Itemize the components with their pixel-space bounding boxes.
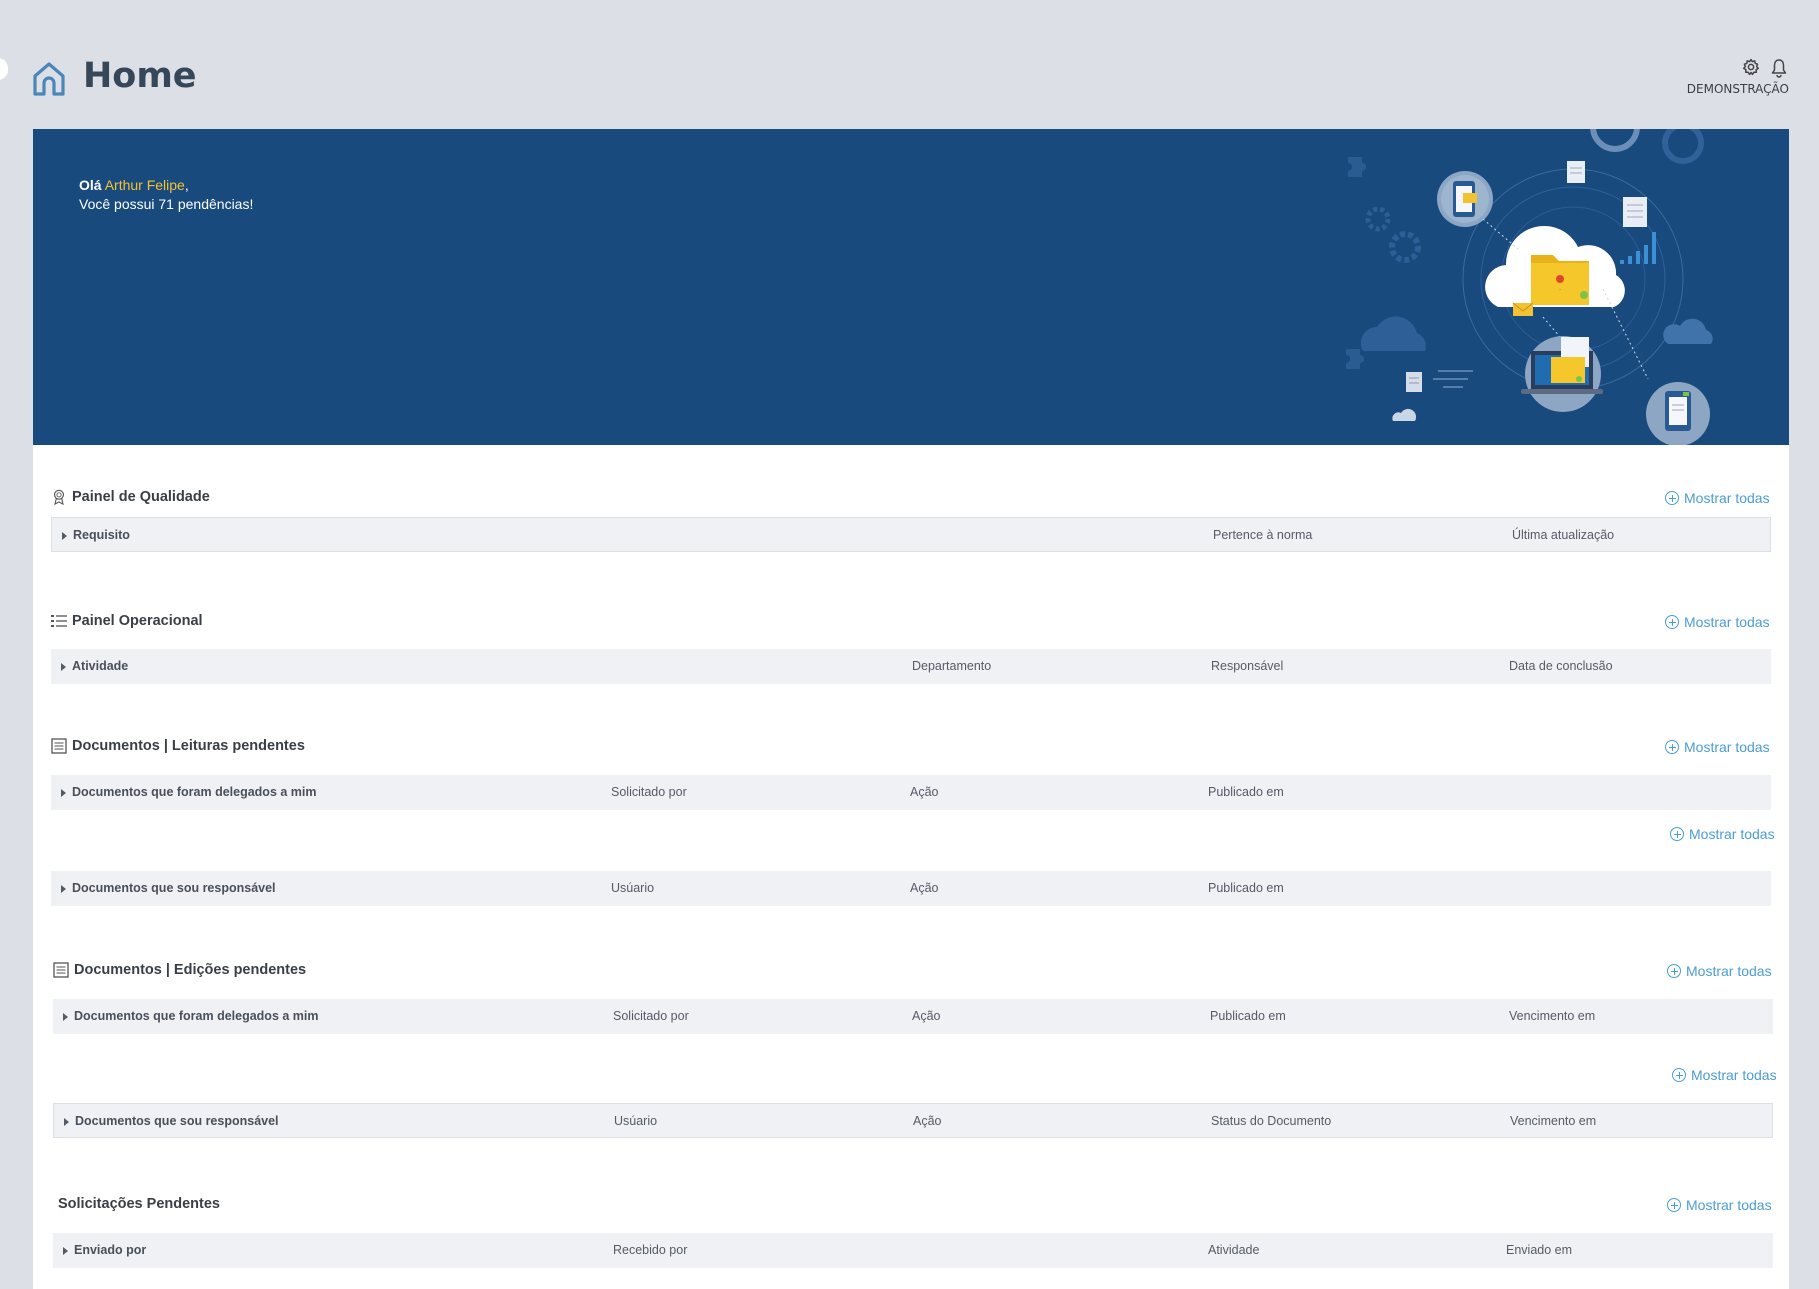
caret-right-icon	[61, 884, 66, 893]
caret-right-icon	[61, 662, 66, 671]
document-icon	[51, 738, 67, 754]
header-actions	[1742, 56, 1792, 80]
column-header-solicitado-por: Solicitado por	[611, 785, 687, 799]
page-title: Home	[83, 56, 197, 96]
caret-right-icon	[62, 531, 67, 540]
caret-right-icon	[63, 1012, 68, 1021]
pending-message: Você possui 71 pendências!	[79, 196, 254, 212]
requests-panel-title: Solicitações Pendentes	[58, 1196, 220, 1212]
readings-responsible-show-all-link[interactable]: Mostrar todas	[1670, 826, 1775, 842]
column-header-vencimento-em: Vencimento em	[1509, 1009, 1596, 1023]
bell-icon[interactable]	[1770, 58, 1788, 78]
show-all-label: Mostrar todas	[1691, 1067, 1777, 1083]
section-title-text: Documentos | Edições pendentes	[74, 962, 307, 978]
column-header-recebido-por: Recebido por	[613, 1243, 688, 1257]
column-header-atividade: Atividade	[1208, 1243, 1260, 1257]
readings-panel-title: Documentos | Leituras pendentes	[51, 738, 305, 754]
column-header-usuario: Usúario	[614, 1114, 658, 1128]
greeting: Olá Arthur Felipe, Você possui 71 pendên…	[79, 176, 253, 214]
quality-show-all-link[interactable]: Mostrar todas	[1665, 490, 1770, 506]
operational-table-header: Atividade Departamento Responsável Data …	[51, 649, 1771, 684]
section-title-text: Painel Operacional	[72, 613, 203, 629]
plus-circle-icon	[1665, 491, 1679, 505]
readings-show-all-link[interactable]: Mostrar todas	[1665, 739, 1770, 755]
column-header-departamento: Departamento	[912, 659, 992, 673]
requests-show-all-link[interactable]: Mostrar todas	[1667, 1197, 1772, 1213]
gear-icon[interactable]	[1742, 58, 1760, 76]
show-all-label: Mostrar todas	[1689, 826, 1775, 842]
quality-panel-title: Painel de Qualidade	[51, 489, 210, 505]
greeting-comma: ,	[184, 177, 189, 193]
column-header-responsavel-docs[interactable]: Documentos que sou responsável	[64, 1104, 279, 1139]
column-header-requisito[interactable]: Requisito	[62, 518, 130, 553]
home-icon	[33, 62, 65, 96]
cloud-illustration: ·	[1346, 129, 1713, 445]
operational-panel-title: Painel Operacional	[51, 613, 203, 629]
section-title-text: Solicitações Pendentes	[58, 1196, 220, 1212]
award-icon	[53, 489, 65, 505]
editions-responsible-show-all-link[interactable]: Mostrar todas	[1672, 1067, 1777, 1083]
editions-delegated-table-header: Documentos que foram delegados a mim Sol…	[53, 999, 1773, 1034]
column-header-responsavel-docs[interactable]: Documentos que sou responsável	[61, 871, 276, 906]
column-header-acao: Ação	[913, 1114, 942, 1128]
page-header: Home DEMONSTRAÇÃO	[0, 0, 1819, 128]
column-header-publicado-em: Publicado em	[1208, 881, 1284, 895]
readings-delegated-table-header: Documentos que foram delegados a mim Sol…	[51, 775, 1771, 810]
show-all-label: Mostrar todas	[1684, 490, 1770, 506]
column-header-acao: Ação	[912, 1009, 941, 1023]
operational-show-all-link[interactable]: Mostrar todas	[1665, 614, 1770, 630]
column-header-conclusao: Data de conclusão	[1509, 659, 1613, 673]
column-header-status-documento: Status do Documento	[1211, 1114, 1332, 1128]
show-all-label: Mostrar todas	[1684, 739, 1770, 755]
company-name[interactable]: DEMONSTRAÇÃO	[1687, 82, 1789, 96]
list-icon	[51, 615, 67, 627]
section-title-text: Painel de Qualidade	[72, 489, 210, 505]
column-header-publicado-em: Publicado em	[1208, 785, 1284, 799]
column-header-enviado-em: Enviado em	[1506, 1243, 1573, 1257]
welcome-banner: Olá Arthur Felipe, Você possui 71 pendên…	[33, 129, 1789, 445]
column-header-vencimento-em: Vencimento em	[1510, 1114, 1597, 1128]
section-title-text: Documentos | Leituras pendentes	[72, 738, 305, 754]
plus-circle-icon	[1667, 964, 1681, 978]
column-header-atividade[interactable]: Atividade	[61, 649, 128, 684]
greeting-hello: Olá	[79, 177, 102, 193]
column-header-acao: Ação	[910, 881, 939, 895]
column-header-enviado-por[interactable]: Enviado por	[63, 1233, 146, 1268]
column-header-atualizacao: Última atualização	[1512, 528, 1615, 542]
document-icon	[53, 962, 69, 978]
editions-show-all-link[interactable]: Mostrar todas	[1667, 963, 1772, 979]
column-header-responsavel: Responsável	[1211, 659, 1284, 673]
column-header-acao: Ação	[910, 785, 939, 799]
show-all-label: Mostrar todas	[1686, 963, 1772, 979]
column-header-usuario: Usúario	[611, 881, 655, 895]
caret-right-icon	[64, 1117, 69, 1126]
column-header-delegados[interactable]: Documentos que foram delegados a mim	[63, 999, 319, 1034]
requests-table-header: Enviado por Recebido por Atividade Envia…	[53, 1233, 1773, 1268]
plus-circle-icon	[1670, 827, 1684, 841]
caret-right-icon	[61, 788, 66, 797]
readings-responsible-table-header: Documentos que sou responsável Usúario A…	[51, 871, 1771, 906]
column-header-norma: Pertence à norma	[1213, 528, 1313, 542]
column-header-delegados[interactable]: Documentos que foram delegados a mim	[61, 775, 317, 810]
plus-circle-icon	[1667, 1198, 1681, 1212]
quality-table-header: Requisito Pertence à norma Última atuali…	[51, 517, 1771, 552]
plus-circle-icon	[1665, 615, 1679, 629]
home-card: Olá Arthur Felipe, Você possui 71 pendên…	[33, 129, 1789, 1289]
editions-responsible-table-header: Documentos que sou responsável Usúario A…	[53, 1103, 1773, 1138]
plus-circle-icon	[1665, 740, 1679, 754]
caret-right-icon	[63, 1246, 68, 1255]
user-name: Arthur Felipe	[104, 177, 185, 193]
column-header-solicitado-por: Solicitado por	[613, 1009, 689, 1023]
plus-circle-icon	[1672, 1068, 1686, 1082]
editions-panel-title: Documentos | Edições pendentes	[53, 962, 306, 978]
show-all-label: Mostrar todas	[1684, 614, 1770, 630]
column-header-publicado-em: Publicado em	[1210, 1009, 1286, 1023]
show-all-label: Mostrar todas	[1686, 1197, 1772, 1213]
